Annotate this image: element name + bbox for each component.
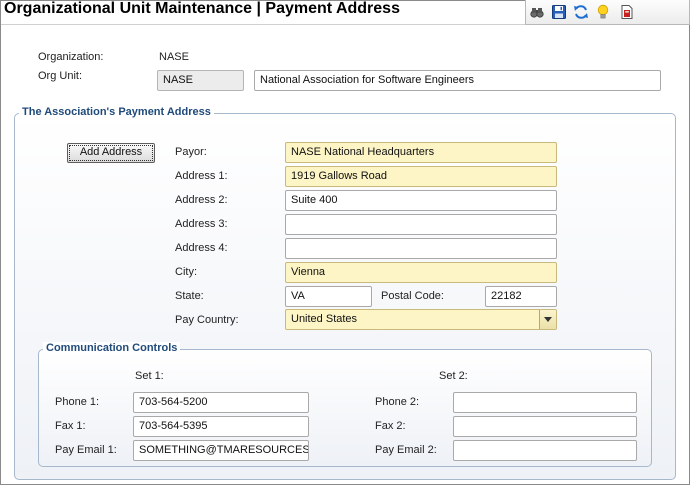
set2-label: Set 2: [439,370,468,382]
save-icon[interactable] [550,3,568,21]
pay-country-label: Pay Country: [175,314,239,326]
refresh-icon[interactable] [572,3,590,21]
pay-country-value: United States [291,313,358,325]
add-address-button[interactable]: Add Address [67,143,155,163]
organization-label: Organization: [38,51,104,63]
address4-field[interactable] [285,238,557,259]
payor-label: Payor: [175,146,207,158]
page-title: Organizational Unit Maintenance | Paymen… [4,0,400,17]
title-divider [1,24,525,25]
pay-country-select[interactable]: United States [285,309,557,330]
report-icon[interactable] [618,3,636,21]
payment-address-legend: The Association's Payment Address [19,106,214,118]
pay-email1-label: Pay Email 1: [55,444,117,456]
payor-field[interactable]: NASE National Headquarters [285,142,557,163]
lightbulb-icon[interactable] [594,3,612,21]
state-label: State: [175,290,204,302]
organization-value: NASE [159,51,189,63]
phone2-field[interactable] [453,392,637,413]
city-field[interactable]: Vienna [285,262,557,283]
address1-field[interactable]: 1919 Gallows Road [285,166,557,187]
communication-controls-legend: Communication Controls [43,342,181,354]
fax2-label: Fax 2: [375,420,406,432]
city-label: City: [175,266,197,278]
address2-label: Address 2: [175,194,228,206]
binoculars-icon[interactable] [528,3,546,21]
address3-label: Address 3: [175,218,228,230]
phone1-label: Phone 1: [55,396,100,408]
address1-label: Address 1: [175,170,228,182]
fax1-label: Fax 1: [55,420,86,432]
chevron-down-icon[interactable] [539,310,556,329]
state-field[interactable]: VA [285,286,372,307]
pay-email2-label: Pay Email 2: [375,444,437,456]
org-unit-code-field: NASE [157,70,244,91]
phone1-field[interactable]: 703-564-5200 [133,392,309,413]
address3-field[interactable] [285,214,557,235]
fax2-field[interactable] [453,416,637,437]
postal-code-label: Postal Code: [381,290,444,302]
phone2-label: Phone 2: [375,396,420,408]
org-unit-label: Org Unit: [38,70,83,82]
postal-code-field[interactable]: 22182 [485,286,557,307]
pay-email2-field[interactable] [453,440,637,461]
address4-label: Address 4: [175,242,228,254]
pay-email1-field[interactable]: SOMETHING@TMARESOURCES.C [133,440,309,461]
toolbar [525,0,690,25]
fax1-field[interactable]: 703-564-5395 [133,416,309,437]
address2-field[interactable]: Suite 400 [285,190,557,211]
org-unit-name-field[interactable]: National Association for Software Engine… [254,70,661,91]
set1-label: Set 1: [135,370,164,382]
